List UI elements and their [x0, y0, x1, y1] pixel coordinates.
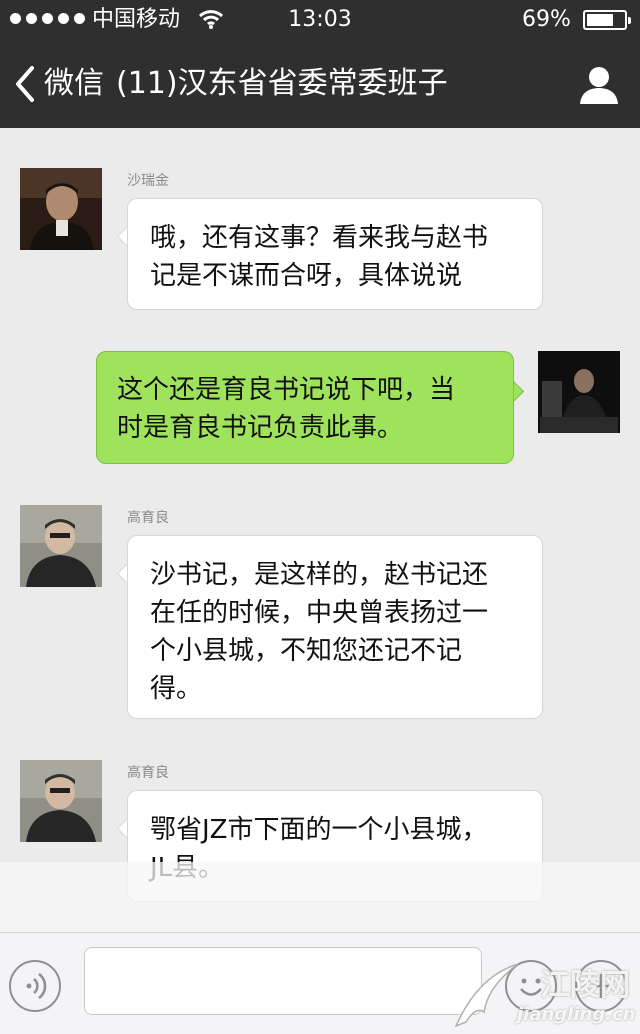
battery-percentage: 69%: [522, 7, 571, 32]
navigation-bar: 微信 (11)汉东省省委常委班子: [0, 40, 640, 128]
sender-name: 沙瑞金: [127, 173, 169, 189]
message-text-input[interactable]: [84, 947, 482, 1015]
back-label: 微信: [44, 66, 104, 101]
avatar-sha-ruijin[interactable]: [20, 168, 102, 250]
chat-message-list[interactable]: 沙瑞金 哦，还有这事？看来我与赵书 记是不谋而合呀，具体说说 这个还是育良书记说…: [0, 128, 640, 933]
chat-title: (11)汉东省省委常委班子: [116, 66, 448, 101]
voice-input-button[interactable]: [9, 960, 61, 1012]
avatar-gao-yuliang[interactable]: [20, 760, 102, 842]
chevron-left-icon: [16, 66, 34, 102]
watermark-text: 江陵网: [540, 968, 630, 1003]
battery-icon: [583, 10, 631, 30]
sender-name: 高育良: [127, 510, 169, 526]
avatar-gao-yuliang[interactable]: [20, 505, 102, 587]
status-bar: 中国移动 13:03 69%: [0, 0, 640, 40]
sender-name: 高育良: [127, 765, 169, 781]
user-profile-icon[interactable]: [578, 64, 620, 106]
chat-fade-overlay: [0, 862, 640, 932]
message-bubble-incoming[interactable]: 哦，还有这事？看来我与赵书 记是不谋而合呀，具体说说: [127, 198, 543, 310]
message-bubble-outgoing[interactable]: 这个还是育良书记说下吧，当 时是育良书记负责此事。: [96, 351, 514, 464]
voice-icon: [26, 973, 47, 999]
watermark-url: jiangling.cn: [517, 1004, 636, 1025]
message-bubble-incoming[interactable]: 沙书记，是这样的，赵书记还 在任的时候，中央曾表扬过一 个小县城，不知您还记不记…: [127, 535, 543, 719]
avatar-self[interactable]: [538, 351, 620, 433]
